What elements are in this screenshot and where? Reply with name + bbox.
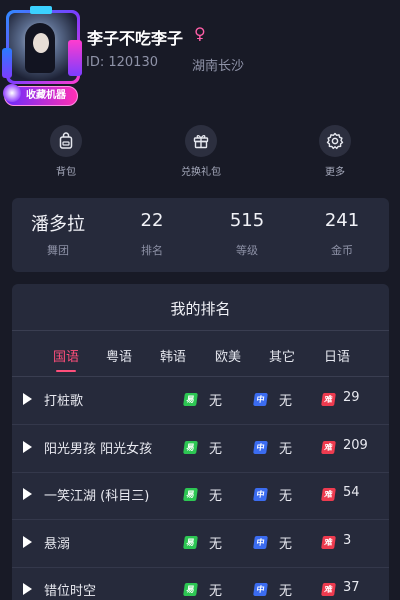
stat-rank: 22 排名 bbox=[102, 210, 202, 258]
tab-korean[interactable]: 韩语 bbox=[153, 346, 193, 365]
my-ranking-card: 我的排名 国语 粤语 韩语 欧美 其它 日语 打桩歌易无中无难 29 阳光男孩 阳光… bbox=[12, 284, 389, 600]
play-icon[interactable] bbox=[23, 440, 32, 453]
quick-actions: 背包 兑换礼包 更多 bbox=[0, 125, 400, 183]
stat-label: 排名 bbox=[141, 244, 163, 257]
stat-value: 22 bbox=[140, 210, 164, 231]
song-title: 悬溺 bbox=[44, 536, 71, 552]
active-tab-indicator bbox=[56, 370, 76, 372]
tab-other[interactable]: 其它 bbox=[262, 346, 302, 365]
female-gender-icon: ♀ bbox=[194, 24, 206, 43]
tab-mandarin[interactable]: 国语 bbox=[46, 346, 86, 365]
stat-label: 等级 bbox=[236, 244, 258, 257]
easy-score: 无 bbox=[209, 536, 223, 552]
avatar-frame-decoration-left bbox=[2, 48, 12, 78]
song-row[interactable]: 一笑江湖 (科目三) 易无中无难 54 bbox=[12, 473, 389, 520]
stat-label: 舞团 bbox=[47, 244, 69, 257]
song-row[interactable]: 打桩歌易无中无难 29 bbox=[12, 378, 389, 425]
easy-score: 无 bbox=[209, 394, 223, 409]
divider bbox=[12, 376, 389, 377]
tab-cantonese[interactable]: 粤语 bbox=[99, 346, 139, 365]
easy-difficulty-icon: 易 bbox=[183, 488, 198, 501]
gear-icon bbox=[326, 132, 344, 150]
medium-score: 无 bbox=[279, 394, 293, 409]
stats-card: 潘多拉 舞团 22 排名 515 等级 241 金币 bbox=[12, 198, 389, 272]
song-title: 错位时空 bbox=[44, 584, 97, 599]
medium-difficulty-icon: 中 bbox=[253, 488, 268, 501]
hard-difficulty-icon: 难 bbox=[321, 393, 336, 406]
medium-difficulty-icon: 中 bbox=[253, 440, 268, 454]
hard-difficulty-icon: 难 bbox=[321, 583, 336, 596]
easy-score: 无 bbox=[209, 584, 223, 599]
song-row[interactable]: 错位时空易无中无难 37 bbox=[12, 568, 389, 600]
song-row[interactable]: 阳光男孩 阳光女孩易无中无难 209 bbox=[12, 426, 389, 473]
hard-score: 29 bbox=[343, 390, 360, 405]
hard-score: 3 bbox=[343, 532, 352, 548]
medium-score: 无 bbox=[279, 489, 293, 504]
hard-score: 209 bbox=[343, 437, 368, 453]
hard-score: 54 bbox=[343, 485, 360, 500]
user-location: 湖南长沙 bbox=[192, 59, 245, 74]
backpack-label: 背包 bbox=[56, 167, 76, 178]
backpack-button[interactable]: 背包 bbox=[26, 125, 106, 178]
stat-value: 515 bbox=[229, 210, 265, 231]
redeem-gift-label: 兑换礼包 bbox=[181, 167, 221, 178]
collect-badge[interactable]: 收藏机器 bbox=[3, 84, 78, 106]
profile-header: 收藏机器 李子不吃李子 ♀ ID: 120130 湖南长沙 bbox=[0, 0, 400, 115]
redeem-gift-button[interactable]: 兑换礼包 bbox=[161, 125, 241, 178]
medium-difficulty-icon: 中 bbox=[253, 583, 268, 596]
stat-coins: 241 金币 bbox=[292, 210, 392, 258]
medium-difficulty-icon: 中 bbox=[253, 393, 268, 406]
hard-difficulty-icon: 难 bbox=[321, 440, 336, 454]
play-icon[interactable] bbox=[23, 583, 32, 595]
easy-score: 无 bbox=[209, 441, 223, 457]
gift-icon bbox=[193, 135, 209, 149]
stat-value: 241 bbox=[324, 210, 360, 231]
divider bbox=[12, 330, 389, 331]
tab-japanese[interactable]: 日语 bbox=[317, 346, 357, 365]
ranking-title: 我的排名 bbox=[170, 300, 231, 318]
stat-label: 金币 bbox=[331, 244, 353, 257]
easy-difficulty-icon: 易 bbox=[183, 535, 198, 549]
gem-icon bbox=[3, 84, 21, 102]
more-button[interactable]: 更多 bbox=[295, 125, 375, 178]
avatar-frame-decoration-right bbox=[68, 40, 82, 76]
easy-difficulty-icon: 易 bbox=[183, 393, 198, 406]
hard-difficulty-icon: 难 bbox=[321, 488, 336, 501]
hard-difficulty-icon: 难 bbox=[321, 535, 336, 549]
play-icon[interactable] bbox=[23, 488, 32, 500]
medium-score: 无 bbox=[279, 441, 293, 457]
user-id: ID: 120130 bbox=[86, 55, 158, 70]
stat-dance-group[interactable]: 潘多拉 舞团 bbox=[8, 210, 108, 258]
stat-value: 潘多拉 bbox=[31, 214, 85, 235]
song-title: 打桩歌 bbox=[44, 394, 84, 409]
stat-level: 515 等级 bbox=[197, 210, 297, 258]
medium-difficulty-icon: 中 bbox=[253, 535, 268, 549]
easy-difficulty-icon: 易 bbox=[183, 440, 198, 454]
more-label: 更多 bbox=[325, 167, 345, 178]
medium-score: 无 bbox=[279, 536, 293, 552]
avatar-frame-crown-icon bbox=[30, 6, 52, 14]
play-icon[interactable] bbox=[23, 393, 32, 405]
language-tabs: 国语 粤语 韩语 欧美 其它 日语 bbox=[12, 346, 389, 376]
collect-badge-label: 收藏机器 bbox=[26, 90, 66, 101]
hard-score: 37 bbox=[343, 580, 360, 595]
backpack-icon bbox=[59, 132, 73, 149]
song-title: 阳光男孩 阳光女孩 bbox=[44, 441, 153, 457]
play-icon[interactable] bbox=[23, 535, 32, 548]
song-row[interactable]: 悬溺易无中无难 3 bbox=[12, 521, 389, 568]
song-title: 一笑江湖 (科目三) bbox=[44, 489, 150, 504]
username: 李子不吃李子 bbox=[87, 29, 184, 48]
tab-western[interactable]: 欧美 bbox=[208, 346, 248, 365]
medium-score: 无 bbox=[279, 584, 293, 599]
easy-difficulty-icon: 易 bbox=[183, 583, 198, 596]
easy-score: 无 bbox=[209, 489, 223, 504]
